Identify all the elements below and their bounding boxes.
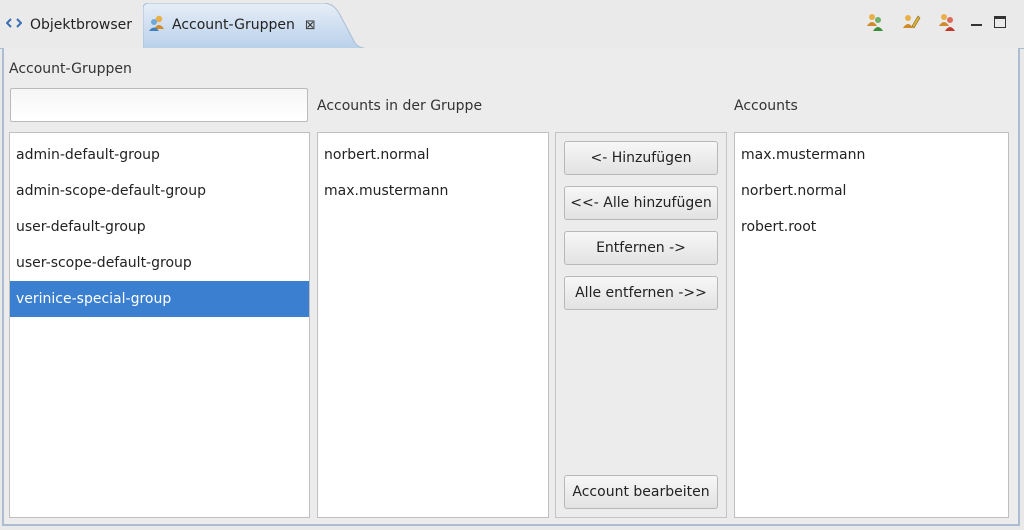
member-list-item[interactable]: max.mustermann [318, 173, 548, 209]
add-all-button[interactable]: <<- Alle hinzufügen [564, 186, 718, 220]
groups-label: Account-Gruppen [9, 61, 132, 77]
account-group-icon [148, 14, 166, 36]
view-toolbar [863, 10, 1006, 34]
add-group-icon[interactable] [863, 10, 887, 34]
add-button[interactable]: <- Hinzufügen [564, 141, 718, 175]
accounts-label: Accounts [734, 98, 798, 114]
code-brackets-icon [5, 17, 23, 33]
accounts-list[interactable]: max.mustermann norbert.normal robert.roo… [734, 132, 1009, 518]
group-list-item-selected[interactable]: verinice-special-group [10, 281, 309, 317]
members-label: Accounts in der Gruppe [317, 98, 483, 114]
group-list-item[interactable]: admin-scope-default-group [10, 173, 309, 209]
group-list-item[interactable]: user-scope-default-group [10, 245, 309, 281]
remove-all-button[interactable]: Alle entfernen ->> [564, 276, 718, 310]
tab-objektbrowser[interactable]: Objektbrowser [0, 6, 142, 44]
tab-account-gruppen[interactable]: Account-Gruppen ⊠ [146, 6, 346, 44]
account-list-item[interactable]: norbert.normal [735, 173, 1008, 209]
tab-account-gruppen-label: Account-Gruppen [172, 17, 295, 33]
group-list[interactable]: admin-default-group admin-scope-default-… [9, 132, 310, 518]
group-members-list[interactable]: norbert.normal max.mustermann [317, 132, 549, 518]
maximize-view-icon[interactable] [994, 16, 1006, 28]
edit-account-button[interactable]: Account bearbeiten [564, 475, 718, 509]
account-list-item[interactable]: robert.root [735, 209, 1008, 245]
remove-button[interactable]: Entfernen -> [564, 231, 718, 265]
group-list-item[interactable]: user-default-group [10, 209, 309, 245]
tab-objektbrowser-label: Objektbrowser [30, 17, 133, 33]
member-list-item[interactable]: norbert.normal [318, 137, 548, 173]
edit-group-icon[interactable] [899, 10, 923, 34]
group-filter-input[interactable] [10, 88, 308, 122]
close-tab-icon[interactable]: ⊠ [305, 18, 316, 33]
minimize-view-icon[interactable] [971, 18, 982, 26]
delete-group-icon[interactable] [935, 10, 959, 34]
editor-tab-strip: Objektbrowser Account-Gruppen ⊠ [0, 0, 1024, 49]
group-list-item[interactable]: admin-default-group [10, 137, 309, 173]
account-list-item[interactable]: max.mustermann [735, 137, 1008, 173]
